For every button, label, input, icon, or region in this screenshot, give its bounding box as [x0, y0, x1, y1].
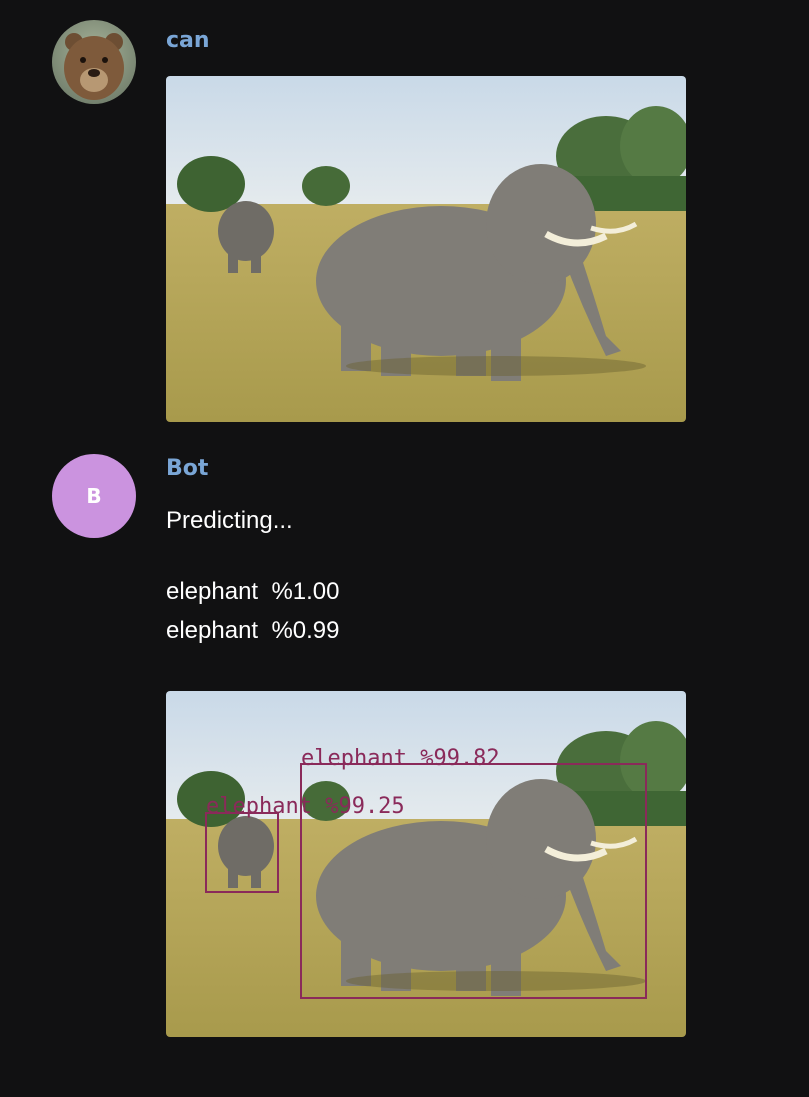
- elephant-photo[interactable]: [166, 76, 686, 422]
- prediction-label: elephant: [166, 617, 259, 644]
- status-text: Predicting...: [166, 507, 293, 534]
- message-author[interactable]: can: [166, 28, 210, 53]
- bot-avatar-initial: B: [86, 484, 102, 508]
- prediction-label: elephant: [166, 578, 259, 605]
- detection-label: elephant %99.82: [301, 746, 500, 771]
- prediction-line: elephant %1.00: [166, 580, 340, 604]
- prediction-line: elephant %0.99: [166, 619, 340, 643]
- prediction-score: %1.00: [271, 578, 340, 605]
- message-author[interactable]: Bot: [166, 456, 208, 481]
- bot-avatar[interactable]: B: [52, 454, 136, 538]
- user-avatar[interactable]: [52, 20, 136, 104]
- annotated-elephant-photo[interactable]: elephant %99.82 elephant %99.25: [166, 691, 686, 1037]
- prediction-score: %0.99: [271, 617, 340, 644]
- detection-label: elephant %99.25: [206, 794, 405, 819]
- bear-icon: [52, 20, 136, 104]
